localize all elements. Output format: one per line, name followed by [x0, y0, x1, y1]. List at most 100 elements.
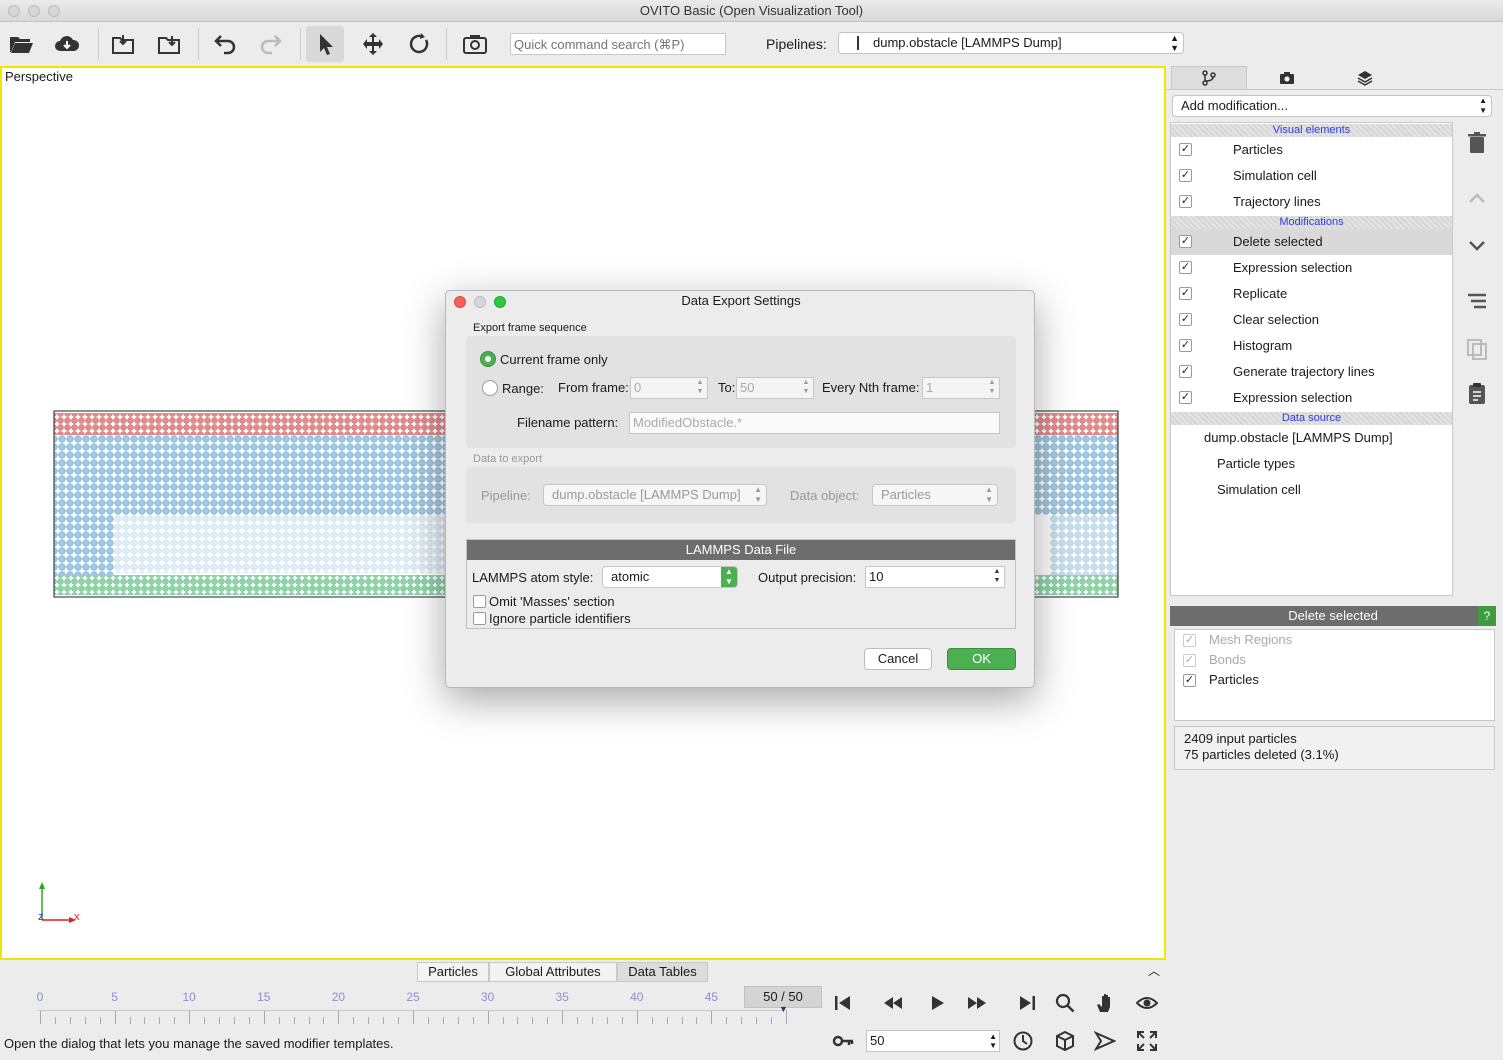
pan-hand-icon[interactable]	[1088, 988, 1122, 1018]
fov-cube-icon[interactable]	[1048, 1026, 1082, 1056]
viewport-caption[interactable]: Perspective	[5, 69, 73, 84]
list-item[interactable]: ✓ Simulation cell	[1171, 163, 1452, 189]
atom-style-combo[interactable]: atomic ▲ ▼	[602, 566, 738, 588]
move-mode-icon[interactable]	[354, 26, 392, 62]
checkbox[interactable]: ✓	[1183, 654, 1196, 667]
tab-data-tables[interactable]: Data Tables	[617, 962, 708, 982]
expand-inspector-icon[interactable]: ︿	[1148, 962, 1160, 979]
list-item[interactable]: ✓ Bonds	[1175, 650, 1494, 670]
previous-frame-icon[interactable]	[876, 988, 910, 1018]
precision-spinner[interactable]: 10 ▲ ▼	[865, 566, 1005, 588]
filename-pattern-input[interactable]: ModifiedObstacle.*	[629, 412, 1000, 434]
spinner-arrows-icon[interactable]: ▲ ▼	[799, 378, 813, 398]
list-item[interactable]: ✓ Particles	[1175, 670, 1494, 690]
list-item-selected[interactable]: ✓ Delete selected	[1171, 229, 1452, 255]
list-item[interactable]: ✓ Trajectory lines	[1171, 189, 1452, 215]
checkbox[interactable]: ✓	[1179, 365, 1192, 378]
tab-particles[interactable]: Particles	[417, 962, 489, 982]
list-item[interactable]: Particle types	[1171, 451, 1452, 477]
checkbox[interactable]: ✓	[1183, 634, 1196, 647]
list-item[interactable]: ✓ Replicate	[1171, 281, 1452, 307]
move-down-icon[interactable]	[1462, 230, 1492, 260]
range-radio[interactable]	[482, 380, 498, 396]
nth-frame-spinner[interactable]: 1 ▲ ▼	[922, 377, 1000, 399]
zoom-window-button[interactable]	[48, 5, 60, 17]
delete-modifier-icon[interactable]	[1462, 128, 1492, 158]
timeline-tick	[189, 1010, 191, 1024]
close-window-button[interactable]	[8, 5, 20, 17]
list-item[interactable]: ✓ Expression selection	[1171, 385, 1452, 411]
spinner-arrows-icon[interactable]: ▲ ▼	[985, 378, 999, 398]
animation-settings-clock-icon[interactable]	[1006, 1026, 1040, 1056]
from-frame-spinner[interactable]: 0 ▲ ▼	[630, 377, 708, 399]
current-frame-radio[interactable]	[480, 351, 496, 367]
checkbox[interactable]: ✓	[1179, 339, 1192, 352]
spinner-arrows-icon[interactable]: ▲ ▼	[989, 1032, 997, 1050]
checkbox[interactable]: ✓	[1179, 391, 1192, 404]
modifier-templates-icon[interactable]	[1462, 286, 1492, 316]
cloud-download-icon[interactable]	[48, 26, 86, 62]
modifier-panel-title: Delete selected	[1170, 606, 1496, 626]
spinner-arrows-icon[interactable]: ▲ ▼	[990, 567, 1004, 587]
tab-global-attributes[interactable]: Global Attributes	[489, 962, 617, 982]
to-frame-spinner[interactable]: 50 ▲ ▼	[736, 377, 814, 399]
play-icon[interactable]	[920, 988, 954, 1018]
quick-command-search-input[interactable]	[510, 33, 726, 55]
timeline-tick	[293, 1017, 295, 1024]
zoom-all-icon[interactable]	[1130, 1026, 1164, 1056]
checkbox[interactable]: ✓	[1179, 195, 1192, 208]
animation-key-icon[interactable]	[826, 1026, 860, 1056]
undo-icon[interactable]	[206, 26, 244, 62]
checkbox[interactable]: ✓	[1179, 287, 1192, 300]
checkbox[interactable]: ✓	[1179, 169, 1192, 182]
cancel-button[interactable]: Cancel	[864, 648, 932, 670]
tab-pipeline[interactable]	[1171, 66, 1247, 90]
tab-render[interactable]	[1249, 66, 1325, 90]
checkbox[interactable]: ✓	[1179, 235, 1192, 248]
move-up-icon[interactable]	[1462, 184, 1492, 214]
redo-icon[interactable]	[252, 26, 290, 62]
checkbox[interactable]: ✓	[1183, 674, 1196, 687]
render-camera-icon[interactable]	[456, 26, 494, 62]
omit-masses-checkbox[interactable]	[473, 595, 486, 608]
orbit-eye-icon[interactable]	[1130, 988, 1164, 1018]
copy-modifier-icon[interactable]	[1462, 334, 1492, 364]
import-file-icon[interactable]	[104, 26, 142, 62]
pipeline-selector[interactable]: dump.obstacle [LAMMPS Dump] ▲ ▼	[838, 32, 1184, 54]
omit-masses-label: Omit 'Masses' section	[489, 594, 615, 609]
goto-start-icon[interactable]	[826, 988, 860, 1018]
export-file-icon[interactable]	[150, 26, 188, 62]
selection-mode-icon[interactable]	[306, 26, 344, 62]
checkbox[interactable]: ✓	[1179, 261, 1192, 274]
list-item[interactable]: ✓ Clear selection	[1171, 307, 1452, 333]
current-frame-spinner[interactable]: 50 ▲ ▼	[866, 1030, 1000, 1052]
clipboard-icon[interactable]	[1462, 378, 1492, 408]
list-item[interactable]: dump.obstacle [LAMMPS Dump]	[1171, 425, 1452, 451]
minimize-window-button[interactable]	[28, 5, 40, 17]
help-button[interactable]: ?	[1478, 606, 1496, 626]
rotate-mode-icon[interactable]	[400, 26, 438, 62]
list-item[interactable]: ✓ Particles	[1171, 137, 1452, 163]
goto-end-icon[interactable]	[1010, 988, 1044, 1018]
export-pipeline-combo[interactable]: dump.obstacle [LAMMPS Dump] ▲ ▼	[543, 484, 767, 506]
checkbox[interactable]: ✓	[1179, 143, 1192, 156]
time-slider[interactable]: 0 5 10 15 20 25 30 35 40 45 50 / 50 ▼	[0, 982, 824, 1034]
list-item[interactable]: ✓ Histogram	[1171, 333, 1452, 359]
checkbox[interactable]: ✓	[1179, 313, 1192, 326]
tab-overlays[interactable]	[1327, 66, 1403, 90]
list-item[interactable]: Simulation cell	[1171, 477, 1452, 503]
pipeline-editor-list[interactable]: Visual elements ✓ Particles ✓ Simulation c…	[1170, 122, 1453, 596]
data-object-combo[interactable]: Particles ▲ ▼	[872, 484, 998, 506]
next-frame-icon[interactable]	[960, 988, 994, 1018]
pick-orbit-center-icon[interactable]	[1088, 1026, 1122, 1056]
list-item[interactable]: ✓ Generate trajectory lines	[1171, 359, 1452, 385]
ok-button[interactable]: OK	[947, 648, 1016, 670]
ignore-ids-checkbox[interactable]	[473, 612, 486, 625]
spinner-arrows-icon[interactable]: ▲ ▼	[693, 378, 707, 398]
zoom-icon[interactable]	[1048, 988, 1082, 1018]
list-item[interactable]: ✓ Mesh Regions	[1175, 630, 1494, 650]
list-item[interactable]: ✓ Expression selection	[1171, 255, 1452, 281]
main-toolbar: Pipelines: dump.obstacle [LAMMPS Dump] ▲…	[0, 22, 1503, 66]
add-modification-dropdown[interactable]: Add modification... ▲ ▼	[1172, 95, 1492, 117]
open-file-icon[interactable]	[2, 26, 40, 62]
